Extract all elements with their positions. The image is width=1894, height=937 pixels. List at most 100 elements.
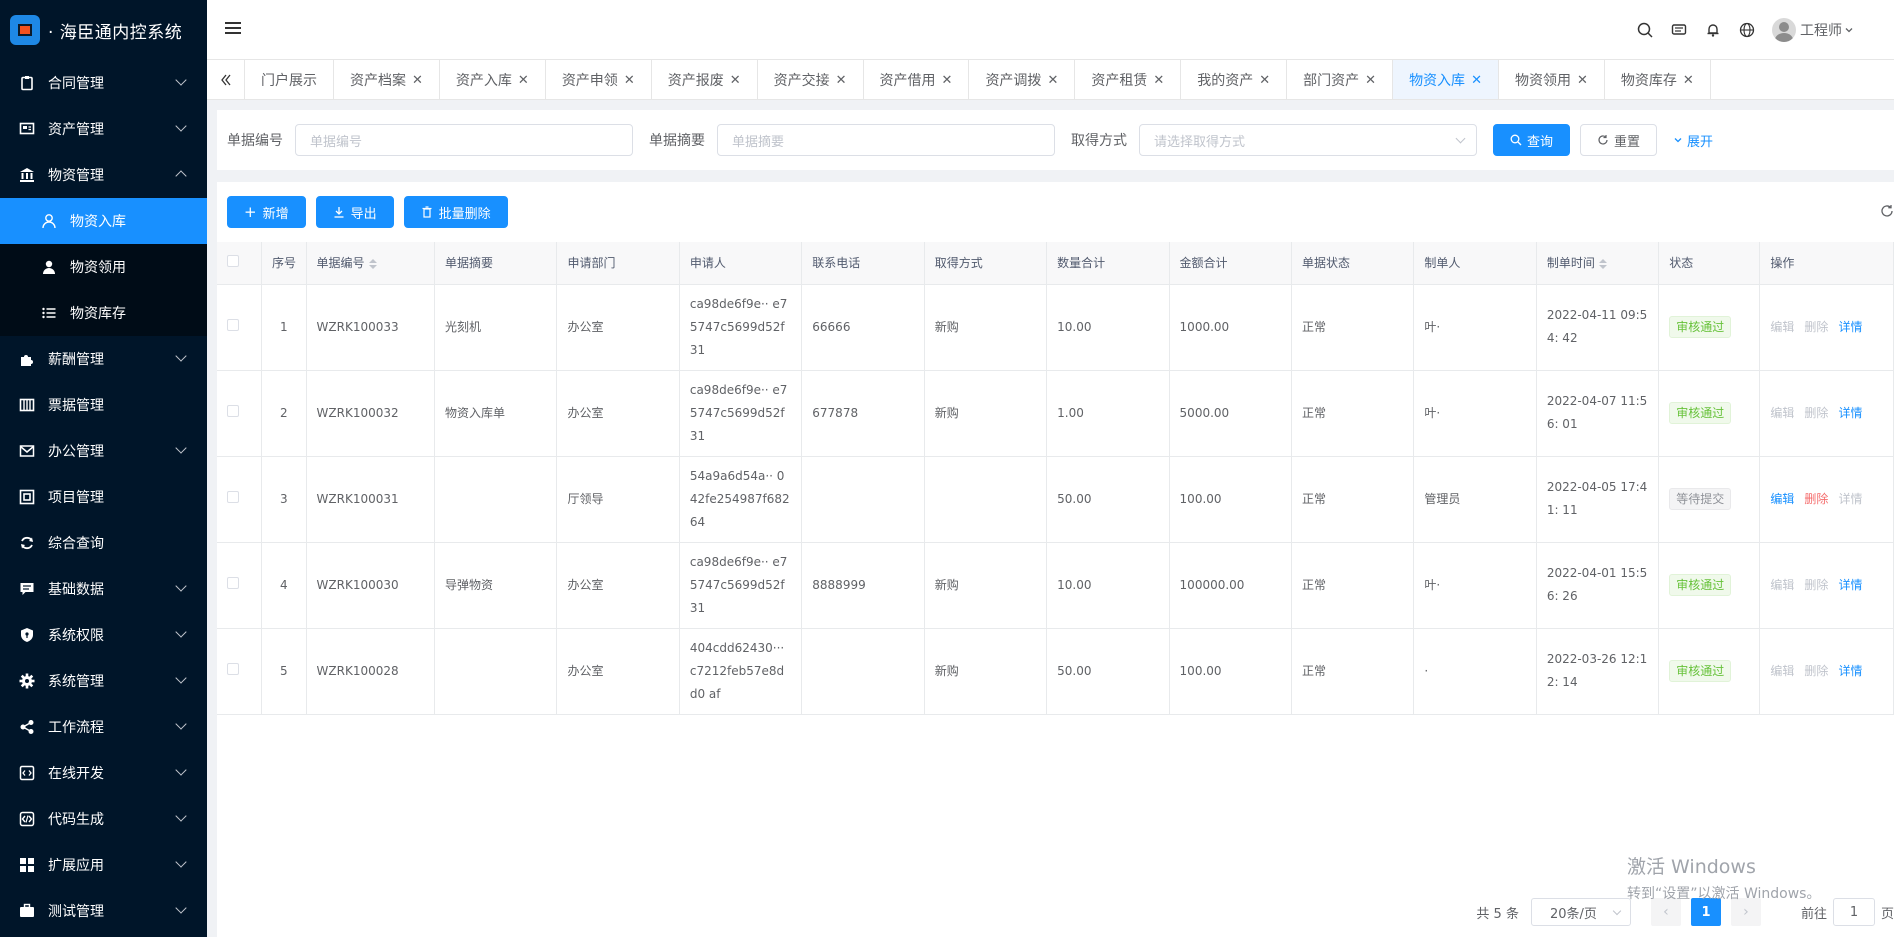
edit-link[interactable]: 编辑 [1770, 492, 1794, 506]
reset-button[interactable]: 重置 [1580, 124, 1658, 156]
search-icon[interactable] [1636, 21, 1654, 39]
tab-13[interactable]: 物资库存 ✕ [1605, 60, 1711, 99]
delete-link[interactable]: 删除 [1804, 492, 1828, 506]
detail-link[interactable]: 详情 [1838, 406, 1862, 420]
row-checkbox[interactable] [227, 576, 239, 589]
sidebar-item-11[interactable]: 工作流程 [0, 704, 207, 750]
delete-link: 删除 [1804, 319, 1829, 334]
sidebar-item-5[interactable]: 办公管理 [0, 428, 207, 474]
column-header[interactable]: 制单时间 [1536, 242, 1660, 285]
tab-10[interactable]: 部门资产 ✕ [1287, 60, 1394, 99]
bell-icon[interactable] [1704, 21, 1722, 39]
tab-6[interactable]: 资产借用 ✕ [864, 60, 970, 99]
close-icon[interactable]: ✕ [1683, 73, 1694, 88]
table-row[interactable]: 1 WZRK100033 光刻机 办公室 ca98de6f9e·· e75747c569… [217, 284, 1894, 371]
close-icon[interactable]: ✕ [1471, 73, 1482, 88]
tab-1[interactable]: 资产档案 ✕ [334, 60, 440, 99]
sidebar-item-sub-0[interactable]: 物资入库 [0, 198, 207, 244]
tab-scroll-left-icon[interactable] [207, 60, 245, 99]
close-icon[interactable]: ✕ [412, 73, 423, 88]
sidebar-item-9[interactable]: 系统权限 [0, 612, 207, 658]
method-placeholder: 请选择取得方式 [1154, 134, 1246, 150]
close-icon[interactable]: ✕ [1577, 73, 1588, 88]
sidebar-item-13[interactable]: 代码生成 [0, 796, 207, 842]
close-icon[interactable]: ✕ [518, 73, 529, 88]
tab-12[interactable]: 物资领用 ✕ [1499, 60, 1605, 99]
sidebar-item-0[interactable]: 合同管理 [0, 60, 207, 106]
detail-link[interactable]: 详情 [1838, 578, 1862, 592]
export-button[interactable]: 导出 [315, 196, 394, 228]
close-icon[interactable]: ✕ [1259, 73, 1270, 88]
select-all-checkbox[interactable] [227, 255, 239, 268]
sidebar-item-label: 物资管理 [48, 168, 104, 184]
cell-time: 2022-04-07 11:56: 01 [1536, 370, 1660, 457]
avatar [1772, 18, 1796, 42]
row-checkbox[interactable] [227, 404, 239, 417]
sidebar-item-6[interactable]: 项目管理 [0, 474, 207, 520]
sidebar-item-15[interactable]: 测试管理 [0, 888, 207, 934]
table-row[interactable]: 5 WZRK100028 办公室 404cdd62430··· c7212feb57e… [217, 628, 1894, 715]
sidebar-item-14[interactable]: 扩展应用 [0, 842, 207, 888]
sort-icon[interactable] [1598, 258, 1607, 269]
column-header-label: 金额合计 [1179, 256, 1228, 271]
column-header[interactable]: 单据编号 [306, 242, 436, 285]
summary-input[interactable]: 单据摘要 [717, 124, 1055, 156]
row-checkbox[interactable] [227, 662, 239, 675]
close-icon[interactable]: ✕ [836, 73, 847, 88]
detail-link[interactable]: 详情 [1838, 320, 1862, 334]
row-checkbox[interactable] [227, 318, 239, 331]
goto-input[interactable]: 1 [1832, 898, 1875, 926]
column-header: 申请部门 [556, 242, 680, 285]
sidebar-item-10[interactable]: 系统管理 [0, 658, 207, 704]
globe-icon[interactable] [1738, 21, 1756, 39]
menu-toggle-icon[interactable] [225, 22, 241, 36]
cell-method: 新购 [924, 542, 1048, 629]
tab-2[interactable]: 资产入库 ✕ [440, 60, 546, 99]
batch-delete-button[interactable]: 批量删除 [403, 196, 508, 228]
method-select[interactable]: 请选择取得方式 [1139, 124, 1477, 156]
tab-5[interactable]: 资产交接 ✕ [758, 60, 864, 99]
cell-actions: 编辑 删除 详情 [1759, 456, 1894, 543]
tab-4[interactable]: 资产报废 ✕ [652, 60, 758, 99]
detail-link[interactable]: 详情 [1838, 664, 1862, 678]
close-icon[interactable]: ✕ [1153, 73, 1164, 88]
close-icon[interactable]: ✕ [942, 73, 953, 88]
user-name: 工程师 [1800, 23, 1842, 39]
query-button[interactable]: 查询 [1493, 124, 1571, 156]
tab-8[interactable]: 资产租赁 ✕ [1075, 60, 1182, 99]
expand-button[interactable]: 展开 [1665, 124, 1721, 156]
close-icon[interactable]: ✕ [1047, 73, 1058, 88]
tab-3[interactable]: 资产申领 ✕ [546, 60, 652, 99]
sidebar-item-12[interactable]: 在线开发 [0, 750, 207, 796]
sidebar-item-3[interactable]: 薪酬管理 [0, 336, 207, 382]
sidebar-item-1[interactable]: 资产管理 [0, 106, 207, 152]
row-checkbox[interactable] [227, 490, 239, 503]
table-row[interactable]: 3 WZRK100031 厅领导 54a9a6d54a·· 042fe254987f6… [217, 456, 1894, 543]
sidebar-item-sub-1[interactable]: 物资领用 [0, 244, 207, 290]
sidebar-item-sub-2[interactable]: 物资库存 [0, 290, 207, 336]
tab-11[interactable]: 物资入库 ✕ [1393, 60, 1499, 99]
sidebar-item-7[interactable]: 综合查询 [0, 520, 207, 566]
close-icon[interactable]: ✕ [624, 73, 635, 88]
tab-7[interactable]: 资产调拨 ✕ [969, 60, 1076, 99]
close-icon[interactable]: ✕ [730, 73, 741, 88]
message-icon[interactable] [1670, 21, 1688, 39]
add-button[interactable]: + 新增 [227, 196, 306, 228]
close-icon[interactable]: ✕ [1365, 73, 1376, 88]
sidebar-item-2[interactable]: 物资管理 [0, 152, 207, 198]
table-row[interactable]: 4 WZRK100030 导弹物资 办公室 ca98de6f9e·· e75747c56… [217, 542, 1894, 629]
doc-no-input[interactable]: 单据编号 [295, 124, 633, 156]
table-row[interactable]: 2 WZRK100032 物资入库单 办公室 ca98de6f9e·· e75747c5… [217, 370, 1894, 457]
logo[interactable]: · 海臣通内控系统 [0, 0, 207, 60]
page-size-select[interactable]: 20条/页 [1530, 898, 1631, 926]
tab-0[interactable]: 门户展示 [245, 60, 334, 99]
cell-phone: 66666 [801, 284, 925, 371]
refresh-icon[interactable] [1880, 204, 1894, 218]
sidebar-item-8[interactable]: 基础数据 [0, 566, 207, 612]
code-square-icon [18, 764, 36, 782]
sort-icon[interactable] [368, 258, 377, 269]
header: 工程师 [207, 0, 1894, 60]
tab-9[interactable]: 我的资产 ✕ [1181, 60, 1288, 99]
sidebar-item-4[interactable]: 票据管理 [0, 382, 207, 428]
user-menu[interactable]: 工程师 [1772, 18, 1854, 42]
